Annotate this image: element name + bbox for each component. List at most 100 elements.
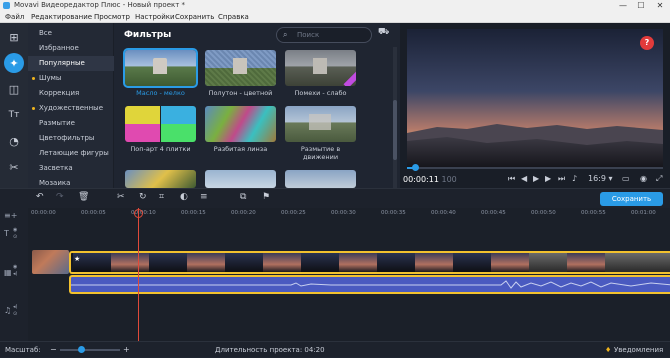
filter-card-halftone-color[interactable]: Полутон - цветной	[205, 50, 276, 97]
playback-progress[interactable]	[407, 164, 663, 171]
rotate-icon[interactable]: ↻	[139, 192, 147, 202]
filter-thumbnail	[205, 106, 276, 142]
tools-icon[interactable]: ✂	[4, 157, 24, 177]
zoom-label: Масштаб:	[5, 346, 41, 354]
add-track-icon[interactable]: ≡+	[4, 211, 17, 220]
expand-icon[interactable]: ⤢	[656, 174, 662, 184]
stickers-icon[interactable]: ◔	[4, 131, 24, 151]
filter-label: Размытие в движении	[300, 145, 341, 161]
cart-icon[interactable]: ⛟	[378, 27, 389, 38]
ruler-tick: 00:00:35	[381, 210, 406, 216]
skip-forward-icon[interactable]: ⏭	[558, 174, 565, 184]
filters-icon[interactable]: ✦	[4, 53, 24, 73]
filter-card-motion-blur[interactable]: Размытие в движении	[285, 106, 356, 161]
category-popular[interactable]: Популярные	[28, 56, 114, 71]
category-light-leaks[interactable]: Засветка	[28, 161, 114, 176]
menu-settings[interactable]: Настройки	[135, 11, 175, 23]
search-input[interactable]: ⌕ Поиск	[276, 27, 372, 43]
scrollbar-thumb[interactable]	[393, 100, 397, 160]
zoom-slider[interactable]	[60, 349, 120, 351]
filter-thumbnail	[285, 50, 356, 86]
menu-save[interactable]: Сохранить	[175, 11, 214, 23]
step-forward-icon[interactable]: ▶	[545, 174, 551, 183]
filter-category-list: Все Избранное Популярные Шумы Коррекция …	[28, 23, 114, 188]
menu-edit[interactable]: Редактирование	[31, 11, 92, 23]
ruler-tick: 00:00:30	[331, 210, 356, 216]
redo-icon[interactable]: ↷	[56, 192, 64, 202]
timeline-ruler[interactable]: 00:00:00 00:00:05 00:00:10 00:00:15 00:0…	[28, 208, 670, 218]
help-button[interactable]: ?	[640, 36, 654, 50]
category-color-filters[interactable]: Цветофильтры	[28, 131, 114, 146]
lock-icon[interactable]: ⊙	[13, 311, 17, 317]
filter-card-oil-fine[interactable]: Масло - мелко	[123, 48, 198, 97]
snapshot-icon[interactable]: ◉	[640, 174, 647, 183]
mute-icon[interactable]: ◂)	[13, 304, 17, 310]
media-clip[interactable]	[32, 250, 69, 274]
crop-icon[interactable]: ⌗	[159, 192, 164, 202]
playhead-handle[interactable]	[134, 209, 143, 218]
color-adjust-icon[interactable]: ◐	[180, 192, 188, 202]
zoom-slider-knob[interactable]	[78, 346, 85, 353]
category-correction[interactable]: Коррекция	[28, 86, 114, 101]
ruler-tick: 00:00:50	[531, 210, 556, 216]
app-logo-icon	[3, 2, 10, 9]
menu-help[interactable]: Справка	[218, 11, 249, 23]
save-button[interactable]: Сохранить	[600, 192, 663, 206]
category-blur[interactable]: Размытие	[28, 116, 114, 131]
lock-icon[interactable]: ⊙	[13, 234, 17, 240]
visibility-icon[interactable]: ◉	[13, 227, 17, 233]
equalizer-icon[interactable]: ≡	[200, 192, 208, 202]
video-preview: ?	[407, 29, 663, 167]
play-icon[interactable]: ▶	[533, 174, 539, 183]
mute-icon[interactable]: ◂)	[13, 271, 17, 277]
aspect-ratio-select[interactable]: 16:9 ▾	[588, 174, 613, 183]
category-flying-shapes[interactable]: Летающие фигуры	[28, 146, 114, 161]
video-clip-track[interactable]: ★	[69, 251, 670, 274]
playhead[interactable]	[138, 208, 139, 341]
notifications-button[interactable]: Уведомления	[614, 342, 663, 358]
panel-title: Фильтры	[124, 30, 172, 40]
category-artistic[interactable]: Художественные	[28, 101, 114, 116]
skip-back-icon[interactable]: ⏮	[508, 174, 515, 184]
filter-card[interactable]	[125, 170, 196, 188]
premium-badge	[343, 71, 356, 86]
ruler-tick: 00:00:20	[231, 210, 256, 216]
marker-icon[interactable]: ⚑	[262, 192, 270, 202]
visibility-icon[interactable]: ◉	[13, 264, 17, 270]
progress-knob[interactable]	[412, 164, 419, 171]
transitions-icon[interactable]: ◫	[4, 79, 24, 99]
titles-icon[interactable]: Tт	[4, 105, 24, 125]
new-dot-icon	[32, 107, 35, 110]
filter-card-noise-weak[interactable]: Помехи - слабо	[285, 50, 356, 97]
filter-card-pop-art-4[interactable]: Поп-арт 4 плитки	[125, 106, 196, 153]
delete-icon[interactable]: 🗑	[78, 192, 89, 202]
category-all[interactable]: Все	[28, 26, 114, 41]
category-noise[interactable]: Шумы	[28, 71, 114, 86]
menu-view[interactable]: Просмотр	[94, 11, 130, 23]
zoom-out-icon[interactable]: −	[50, 342, 57, 358]
minimize-button[interactable]: —	[614, 0, 632, 11]
fullscreen-screen-icon[interactable]: ▭	[622, 174, 630, 183]
undo-icon[interactable]: ↶	[36, 192, 44, 202]
filter-applied-icon: ★	[74, 255, 81, 263]
cut-icon[interactable]: ✂	[117, 192, 125, 202]
maximize-button[interactable]: ☐	[632, 0, 650, 11]
ruler-tick: 00:01:00	[631, 210, 656, 216]
import-icon[interactable]: ⊞	[4, 27, 24, 47]
zoom-in-icon[interactable]: +	[123, 342, 130, 358]
menu-file[interactable]: Файл	[5, 11, 24, 23]
overlay-icon[interactable]: ⧉	[240, 192, 246, 202]
step-back-icon[interactable]: ◀	[521, 174, 527, 183]
tool-rail: ⊞ ✦ ◫ Tт ◔ ✂	[0, 23, 28, 188]
filter-card-broken-lens[interactable]: Разбитая линза	[205, 106, 276, 153]
filter-thumbnail	[125, 170, 196, 188]
filter-card[interactable]	[205, 170, 276, 188]
close-button[interactable]: ✕	[651, 0, 669, 11]
category-favorites[interactable]: Избранное	[28, 41, 114, 56]
audio-clip-track[interactable]	[69, 275, 670, 294]
volume-icon[interactable]: ♪	[572, 174, 577, 183]
filter-label: Разбитая линза	[213, 145, 268, 153]
filter-card[interactable]	[285, 170, 356, 188]
audio-track-icon: ♫	[4, 306, 12, 315]
filters-scrollbar[interactable]	[393, 47, 397, 188]
